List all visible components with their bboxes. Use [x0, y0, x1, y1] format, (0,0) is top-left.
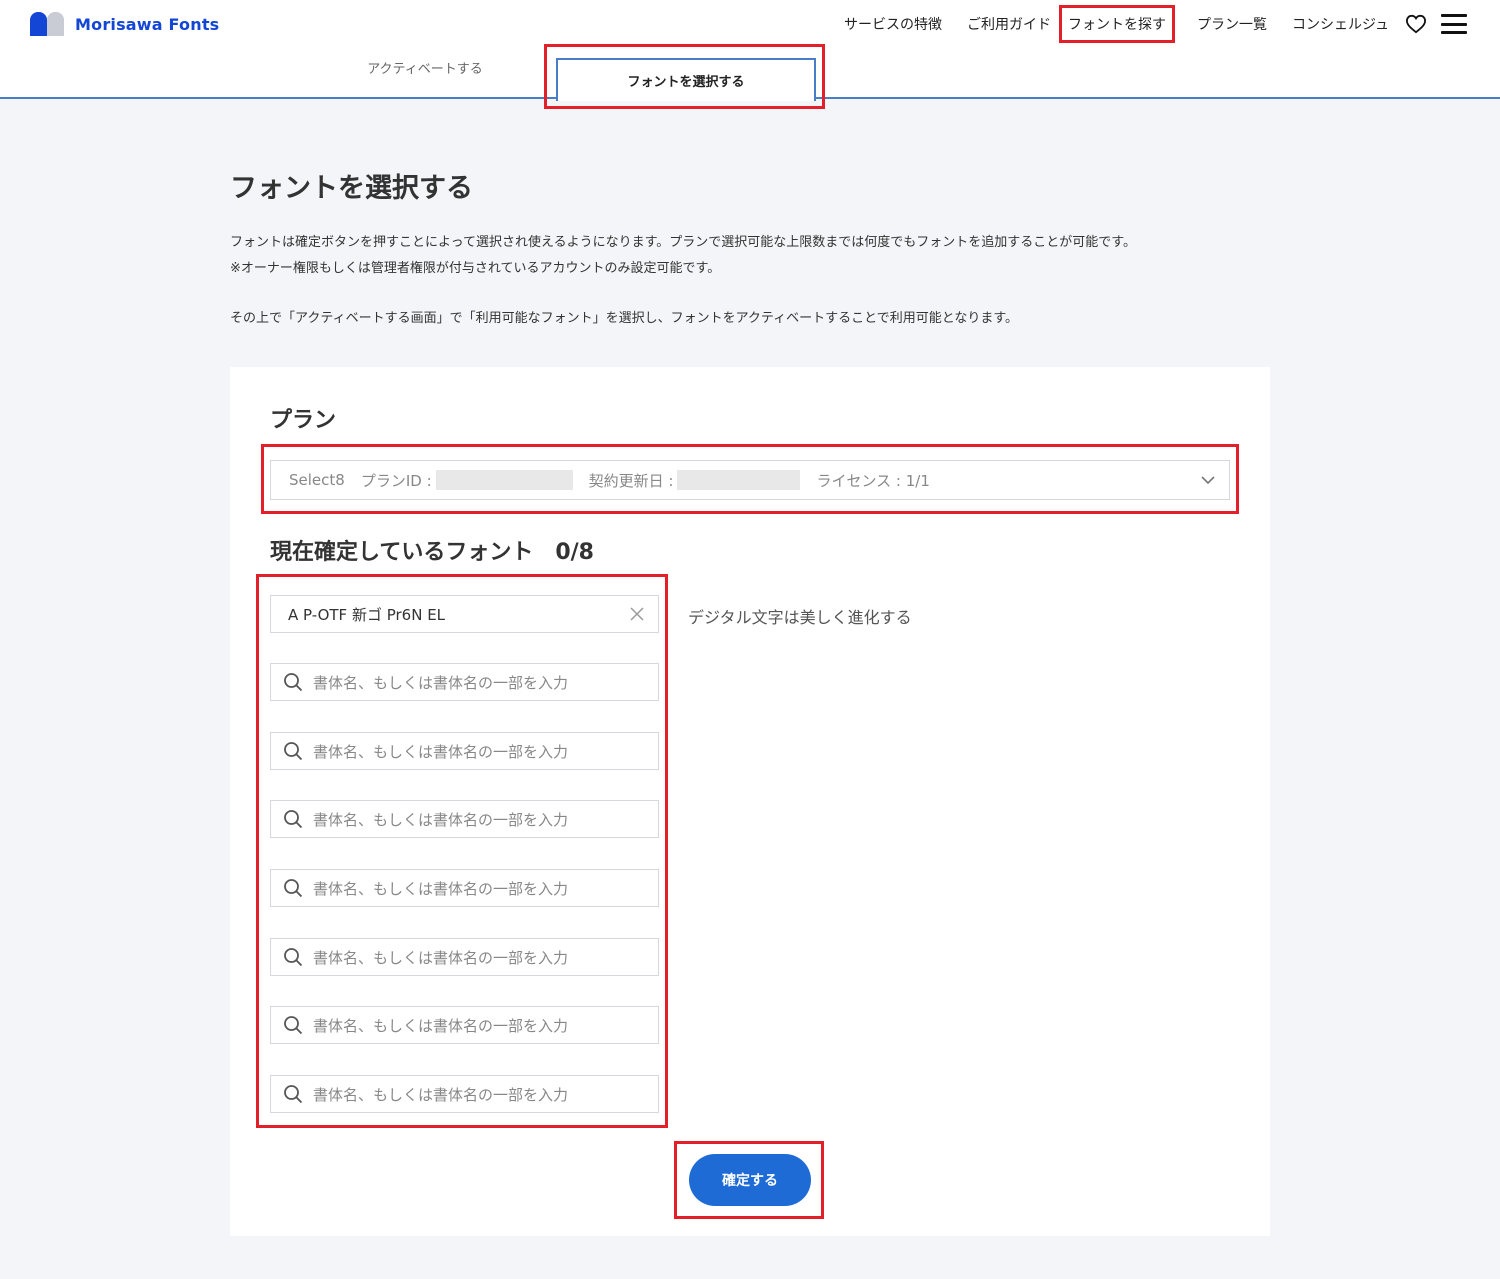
site-header: Morisawa Fonts サービスの特徴 ご利用ガイド フォントを探す プラ… [0, 0, 1500, 48]
description-line-2: ※オーナー権限もしくは管理者権限が付与されているアカウントのみ設定可能です。 [230, 261, 721, 276]
fonts-heading-label: 現在確定しているフォント [270, 540, 534, 565]
font-sample-text: デジタル文字は美しく進化する [688, 608, 912, 627]
description-line-1: フォントは確定ボタンを押すことによって選択され使えるようになります。プランで選択… [230, 235, 1136, 250]
nav-features[interactable]: サービスの特徴 [844, 14, 942, 34]
logo[interactable]: Morisawa Fonts [30, 12, 219, 36]
plan-heading: プラン [270, 408, 337, 433]
description-line-3: その上で「アクティベートする画面」で「利用可能なフォント」を選択し、フォントをア… [230, 311, 1019, 326]
tab-highlight-box [544, 44, 825, 109]
confirm-highlight-box [674, 1141, 824, 1219]
logo-text: Morisawa Fonts [75, 14, 220, 34]
heart-icon[interactable] [1405, 14, 1427, 34]
main-nav: サービスの特徴 ご利用ガイド フォントを探す プラン一覧 コンシェルジュ [844, 0, 1500, 48]
page-title: フォントを選択する [230, 173, 473, 204]
nav-guide[interactable]: ご利用ガイド [967, 14, 1051, 34]
fonts-heading: 現在確定しているフォント 0/8 [270, 534, 594, 566]
description: フォントは確定ボタンを押すことによって選択され使えるようになります。プランで選択… [230, 230, 1136, 282]
nav-concierge[interactable]: コンシェルジュ [1292, 14, 1389, 34]
fonts-count: 0/8 [555, 540, 594, 565]
tab-activate[interactable]: アクティベートする [330, 42, 520, 93]
fonts-highlight-box [256, 574, 668, 1128]
logo-mark-icon [30, 12, 64, 36]
menu-icon[interactable] [1441, 14, 1467, 34]
nav-find-fonts[interactable]: フォントを探す [1058, 5, 1175, 43]
nav-plans[interactable]: プラン一覧 [1197, 14, 1267, 34]
plan-highlight-box [261, 444, 1239, 514]
